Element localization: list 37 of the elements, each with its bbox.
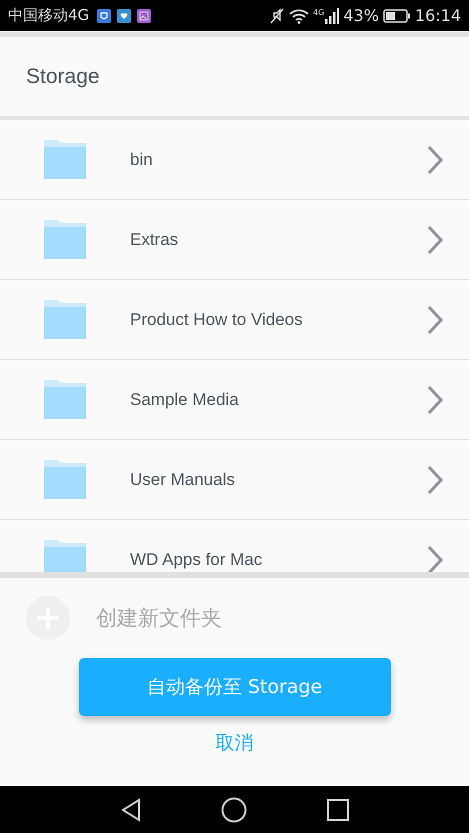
folder-name: Extras	[130, 230, 180, 250]
battery-icon	[382, 8, 411, 22]
recents-icon[interactable]	[326, 798, 348, 820]
folder-icon	[44, 300, 86, 339]
carrier-name: 中国移动4G	[8, 6, 90, 25]
shield-icon	[97, 8, 112, 22]
chevron-right-icon	[427, 144, 443, 174]
folder-row[interactable]: Product How to Videos	[0, 280, 469, 360]
folder-icon	[44, 220, 86, 259]
clock: 16:14	[414, 6, 461, 25]
folder-row[interactable]: Extras	[0, 200, 469, 280]
chevron-right-icon	[427, 464, 443, 494]
wifi-icon	[289, 8, 310, 24]
folder-name: Product How to Videos	[130, 310, 304, 330]
image-icon	[137, 8, 152, 22]
folder-icon	[44, 460, 86, 499]
back-icon[interactable]	[120, 798, 140, 822]
folder-icon	[44, 380, 86, 419]
folder-row[interactable]: User Manuals	[0, 440, 469, 520]
home-icon[interactable]	[220, 796, 246, 822]
battery-percent: 43%	[343, 6, 379, 25]
folder-name: Sample Media	[130, 390, 240, 410]
chevron-right-icon	[427, 544, 443, 572]
chevron-right-icon	[427, 384, 443, 414]
chevron-right-icon	[427, 304, 443, 334]
mute-icon	[269, 8, 286, 24]
network-label: 4G	[313, 8, 324, 17]
page-title: Storage	[26, 64, 100, 88]
signal-icon	[325, 8, 340, 24]
folder-icon	[44, 140, 86, 179]
folder-name: User Manuals	[130, 470, 236, 490]
folder-name: bin	[130, 150, 154, 170]
folder-row[interactable]: Sample Media	[0, 360, 469, 440]
chevron-right-icon	[427, 224, 443, 254]
folder-icon	[44, 540, 86, 572]
folder-name: WD Apps for Mac	[130, 550, 264, 570]
folder-row[interactable]: bin	[0, 120, 469, 200]
